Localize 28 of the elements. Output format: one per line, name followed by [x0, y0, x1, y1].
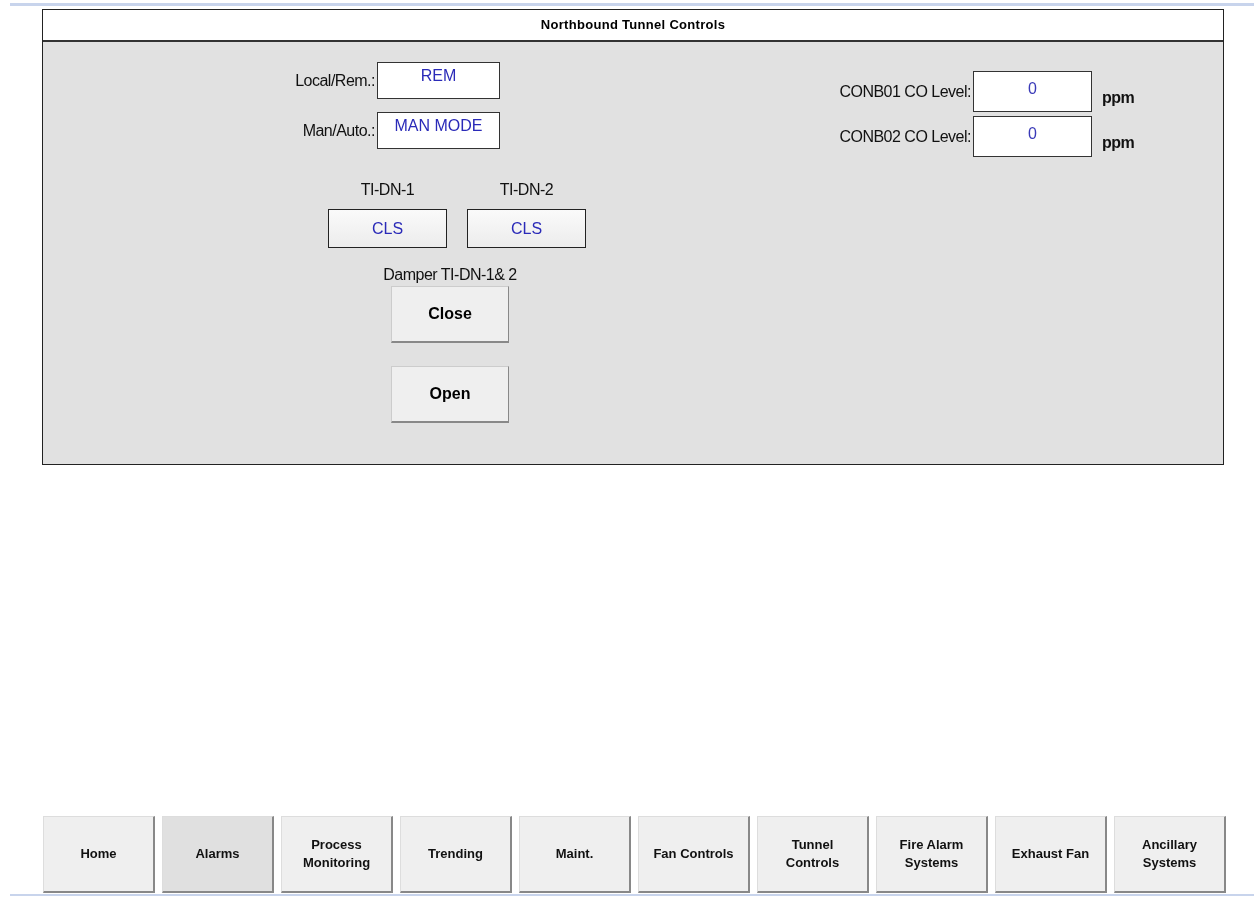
co-level-field: 0 — [973, 116, 1092, 157]
unit-label: ppm — [1102, 133, 1135, 152]
nav-button[interactable]: Exhaust Fan — [995, 816, 1107, 893]
status-field: MAN MODE — [377, 112, 500, 149]
damper-button[interactable]: Open — [391, 366, 509, 423]
field-label: Local/Rem.: — [295, 71, 375, 90]
co-level-label: CONB02 CO Level: — [838, 127, 971, 146]
panel-title: Northbound Tunnel Controls — [43, 10, 1223, 42]
nav-button[interactable]: Tunnel Controls — [757, 816, 869, 893]
damper-label: TI-DN-1 — [360, 181, 415, 199]
co-level-field: 0 — [973, 71, 1092, 112]
nav-button[interactable]: Ancillary Systems — [1114, 816, 1226, 893]
nav-button[interactable]: Alarms — [162, 816, 274, 893]
nav-button[interactable]: Home — [43, 816, 155, 893]
damper-status: CLS — [467, 209, 586, 248]
damper-status: CLS — [328, 209, 447, 248]
field-label: Man/Auto.: — [302, 121, 375, 140]
co-level-label: CONB01 CO Level: — [838, 82, 971, 101]
nav-button[interactable]: Process Monitoring — [281, 816, 393, 893]
nav-button[interactable]: Maint. — [519, 816, 631, 893]
nav-button[interactable]: Fan Controls — [638, 816, 750, 893]
damper-label: TI-DN-2 — [499, 181, 554, 199]
unit-label: ppm — [1102, 88, 1135, 107]
damper-button[interactable]: Close — [391, 286, 509, 343]
status-field: REM — [377, 62, 500, 99]
nav-button[interactable]: Fire Alarm Systems — [876, 816, 988, 893]
nav-button[interactable]: Trending — [400, 816, 512, 893]
damper-group-label: Damper TI-DN-1& 2 — [383, 266, 517, 284]
